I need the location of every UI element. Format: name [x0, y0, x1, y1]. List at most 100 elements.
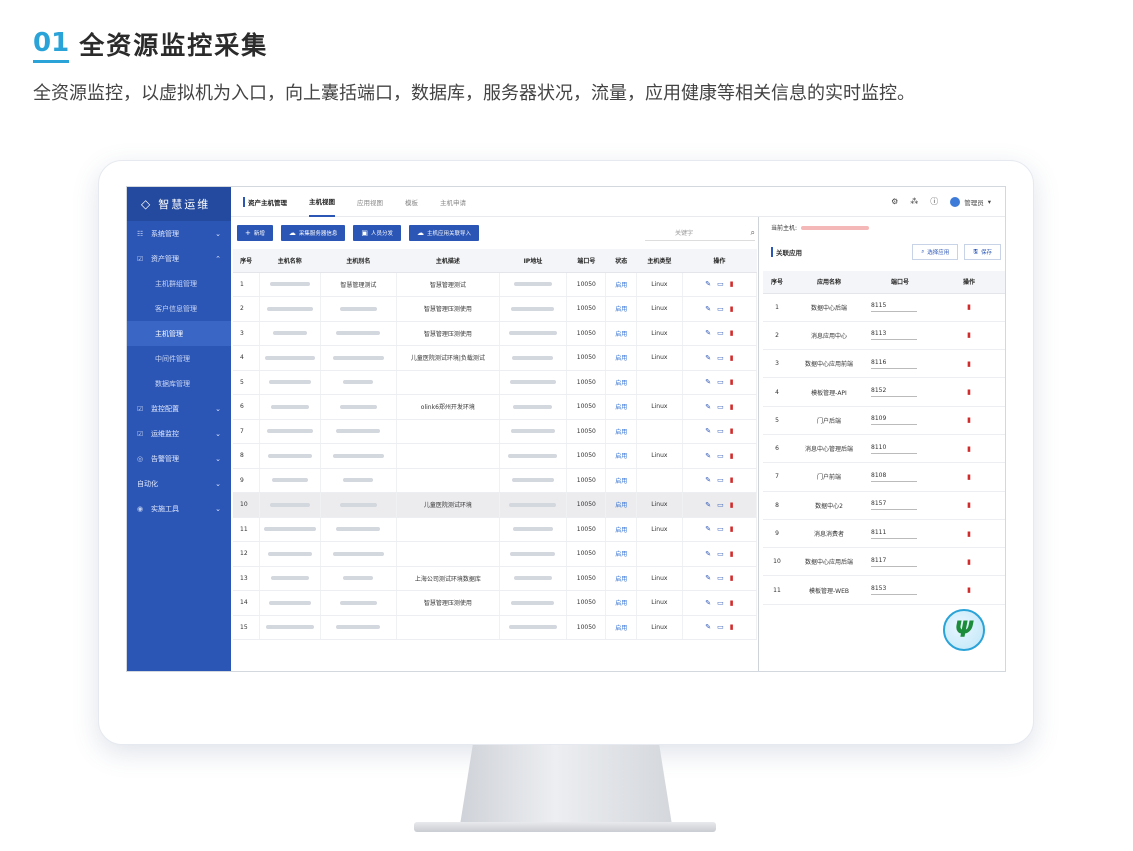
table-row[interactable]: 13 上海公司测试环境数据库 10050 启用 Linux ✎ ▭ ▮	[233, 566, 758, 591]
edit-icon[interactable]: ✎	[705, 427, 711, 435]
monitor-icon[interactable]: ▭	[717, 329, 724, 337]
delete-icon[interactable]: ▮	[730, 427, 734, 435]
table-row[interactable]: 14 智慧管理压测使用 10050 启用 Linux ✎ ▭ ▮	[233, 590, 758, 616]
delete-icon[interactable]: ▮	[730, 280, 734, 288]
assign-button[interactable]: ▣ 人员分发	[353, 225, 402, 241]
tab-template[interactable]: 模板	[405, 187, 418, 217]
edit-icon[interactable]: ✎	[705, 329, 711, 337]
delete-icon[interactable]: ▮	[730, 329, 734, 337]
monitor-icon[interactable]: ▭	[717, 280, 724, 288]
app-port-field[interactable]: 8110	[867, 434, 933, 464]
edit-icon[interactable]: ✎	[705, 501, 711, 509]
sidebar-item[interactable]: 主机管理	[127, 321, 231, 346]
related-app-row[interactable]: 10 数据中心应用后端 8117 ▮	[763, 547, 1005, 577]
collect-button[interactable]: ☁ 采集服务器信息	[280, 225, 346, 241]
monitor-icon[interactable]: ▭	[717, 525, 724, 533]
edit-icon[interactable]: ✎	[705, 574, 711, 582]
app-port-field[interactable]: 8111	[867, 519, 933, 549]
table-row[interactable]: 7 10050 启用 ✎ ▭ ▮	[233, 419, 758, 444]
delete-icon[interactable]: ▮	[967, 473, 971, 481]
table-row[interactable]: 9 10050 启用 ✎ ▭ ▮	[233, 468, 758, 493]
monitor-icon[interactable]: ▭	[717, 550, 724, 558]
import-button[interactable]: ☁ 主机应用关联导入	[409, 225, 480, 241]
tab-app-view[interactable]: 应用视图	[357, 187, 383, 217]
share-icon[interactable]: ⁂	[910, 197, 918, 206]
delete-icon[interactable]: ▮	[730, 525, 734, 533]
table-row[interactable]: 5 10050 启用 ✎ ▭ ▮	[233, 370, 758, 395]
delete-icon[interactable]: ▮	[967, 501, 971, 509]
delete-icon[interactable]: ▮	[730, 574, 734, 582]
sidebar-item[interactable]: 主机群组管理	[127, 271, 231, 296]
delete-icon[interactable]: ▮	[967, 586, 971, 594]
monitor-icon[interactable]: ▭	[717, 305, 724, 313]
monitor-icon[interactable]: ▭	[717, 501, 724, 509]
table-row[interactable]: 8 10050 启用 Linux ✎ ▭ ▮	[233, 443, 758, 469]
table-row[interactable]: 12 10050 启用 ✎ ▭ ▮	[233, 541, 758, 567]
table-row[interactable]: 2 智慧管理压测使用 10050 启用 Linux ✎ ▭ ▮	[233, 296, 758, 322]
related-app-row[interactable]: 6 消息中心管理后端 8110 ▮	[763, 434, 1005, 464]
search-icon[interactable]: ⌕	[751, 228, 755, 238]
user-menu[interactable]: 管理员 ▾	[950, 196, 991, 207]
add-button[interactable]: + 新增	[237, 225, 273, 241]
delete-icon[interactable]: ▮	[967, 331, 971, 339]
sidebar-item[interactable]: ☑ 资产管理 ⌃	[127, 246, 231, 271]
sidebar-item[interactable]: ◎ 告警管理 ⌄	[127, 446, 231, 471]
edit-icon[interactable]: ✎	[705, 378, 711, 386]
delete-icon[interactable]: ▮	[730, 501, 734, 509]
app-port-field[interactable]: 8108	[867, 462, 933, 492]
select-app-button[interactable]: ⌕ 选择应用	[912, 244, 959, 260]
related-app-row[interactable]: 8 数据中心2 8157 ▮	[763, 491, 1005, 520]
edit-icon[interactable]: ✎	[705, 403, 711, 411]
related-app-row[interactable]: 1 数据中心后端 8115 ▮	[763, 293, 1005, 322]
sidebar-item[interactable]: ◉ 实施工具 ⌄	[127, 496, 231, 521]
info-icon[interactable]: ⓘ	[930, 196, 938, 207]
delete-icon[interactable]: ▮	[730, 403, 734, 411]
tab-host-view[interactable]: 主机视图	[309, 187, 335, 217]
sidebar-item[interactable]: 数据库管理	[127, 371, 231, 396]
delete-icon[interactable]: ▮	[730, 354, 734, 362]
table-row[interactable]: 6 olink6郑州开发环境 10050 启用 Linux ✎ ▭ ▮	[233, 394, 758, 420]
app-logo[interactable]: ◇ 智慧运维	[127, 187, 231, 221]
delete-icon[interactable]: ▮	[967, 360, 971, 368]
delete-icon[interactable]: ▮	[730, 452, 734, 460]
delete-icon[interactable]: ▮	[730, 378, 734, 386]
edit-icon[interactable]: ✎	[705, 452, 711, 460]
monitor-icon[interactable]: ▭	[717, 354, 724, 362]
sidebar-item[interactable]: ☑ 监控配置 ⌄	[127, 396, 231, 421]
related-app-row[interactable]: 9 消息消费者 8111 ▮	[763, 519, 1005, 549]
delete-icon[interactable]: ▮	[967, 558, 971, 566]
app-port-field[interactable]: 8113	[867, 321, 933, 351]
app-port-field[interactable]: 8109	[867, 406, 933, 435]
table-row[interactable]: 15 10050 启用 Linux ✎ ▭ ▮	[233, 615, 758, 640]
table-row[interactable]: 1 智慧管理测试 智慧管理测试 10050 启用 Linux ✎ ▭ ▮	[233, 272, 758, 297]
monitor-icon[interactable]: ▭	[717, 378, 724, 386]
edit-icon[interactable]: ✎	[705, 550, 711, 558]
edit-icon[interactable]: ✎	[705, 599, 711, 607]
delete-icon[interactable]: ▮	[967, 303, 971, 311]
app-port-field[interactable]: 8116	[867, 349, 933, 379]
sidebar-item[interactable]: 客户信息管理	[127, 296, 231, 321]
edit-icon[interactable]: ✎	[705, 305, 711, 313]
app-port-field[interactable]: 8157	[867, 491, 933, 520]
delete-icon[interactable]: ▮	[730, 599, 734, 607]
edit-icon[interactable]: ✎	[705, 280, 711, 288]
app-port-field[interactable]: 8115	[867, 293, 933, 322]
tab-host-apply[interactable]: 主机申请	[440, 187, 466, 217]
delete-icon[interactable]: ▮	[730, 623, 734, 631]
related-app-row[interactable]: 11 模板管理-WEB 8153 ▮	[763, 575, 1005, 605]
settings-icon[interactable]: ⚙	[891, 197, 898, 206]
related-app-row[interactable]: 7 门户前端 8108 ▮	[763, 462, 1005, 492]
monitor-icon[interactable]: ▭	[717, 574, 724, 582]
related-app-row[interactable]: 5 门户后端 8109 ▮	[763, 406, 1005, 435]
delete-icon[interactable]: ▮	[967, 530, 971, 538]
related-app-row[interactable]: 2 消息应用中心 8113 ▮	[763, 321, 1005, 351]
app-port-field[interactable]: 8117	[867, 547, 933, 577]
table-row[interactable]: 10 儿童医院测试环境 10050 启用 Linux ✎ ▭ ▮	[233, 492, 758, 518]
sidebar-item[interactable]: ☷ 系统管理 ⌄	[127, 221, 231, 246]
related-app-row[interactable]: 3 数据中心应用前端 8116 ▮	[763, 349, 1005, 379]
monitor-icon[interactable]: ▭	[717, 427, 724, 435]
delete-icon[interactable]: ▮	[730, 476, 734, 484]
monitor-icon[interactable]: ▭	[717, 599, 724, 607]
related-app-row[interactable]: 4 模板管理-API 8152 ▮	[763, 377, 1005, 407]
table-row[interactable]: 4 儿童医院测试环境|负载测试 10050 启用 Linux ✎ ▭ ▮	[233, 345, 758, 371]
